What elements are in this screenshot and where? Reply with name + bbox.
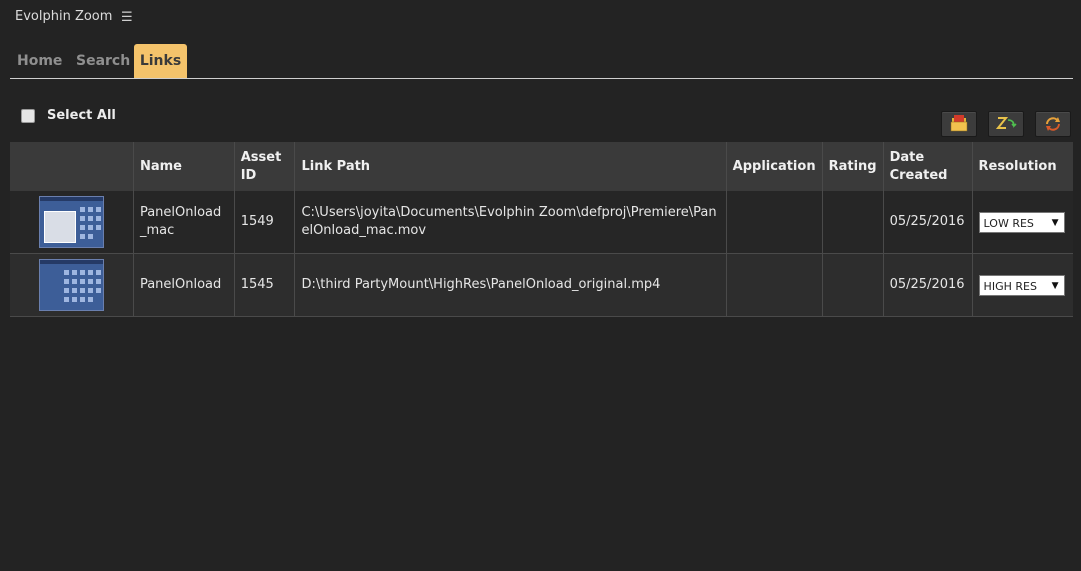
resolution-cell: LOW RES ▼ (972, 191, 1073, 254)
col-header-link-path[interactable]: Link Path (294, 142, 727, 191)
asset-id: 1545 (234, 253, 296, 317)
refresh-icon (1046, 117, 1060, 131)
rating (822, 191, 884, 254)
resolution-select[interactable]: LOW RES ▼ (978, 211, 1065, 233)
link-path: C:\Users\joyita\Documents\Evolphin Zoom\… (294, 191, 727, 254)
app-title: Evolphin Zoom (15, 9, 113, 24)
col-header-rating[interactable]: Rating (822, 142, 884, 191)
date-created: 05/25/2016 (883, 191, 973, 254)
open-folder-button[interactable] (941, 111, 977, 137)
application (726, 253, 823, 317)
resolution-value: HIGH RES (983, 279, 1037, 293)
table-row[interactable]: PanelOnload_mac 1549 C:\Users\joyita\Doc… (10, 191, 1073, 254)
thumbnail-cell (10, 191, 134, 254)
thumbnail-cell (10, 253, 134, 317)
refresh-button[interactable] (1035, 111, 1071, 137)
asset-id: 1549 (234, 191, 296, 254)
chevron-down-icon: ▼ (1051, 280, 1059, 291)
select-all-checkbox[interactable] (21, 108, 35, 123)
resolution-cell: HIGH RES ▼ (972, 253, 1073, 317)
date-created: 05/25/2016 (883, 253, 973, 317)
col-header-resolution[interactable]: Resolution (972, 142, 1073, 191)
col-header-application[interactable]: Application (726, 142, 823, 191)
col-header-date-created[interactable]: Date Created (883, 142, 973, 191)
application (726, 191, 823, 254)
asset-thumbnail[interactable] (38, 196, 104, 248)
col-header-name[interactable]: Name (133, 142, 235, 191)
rating (822, 253, 884, 317)
tab-search[interactable]: Search (76, 44, 130, 78)
col-header-asset-id[interactable]: Asset ID (234, 142, 296, 191)
asset-name: PanelOnload (133, 253, 235, 317)
hamburger-icon[interactable]: ☰ (121, 10, 133, 25)
select-all-label: Select All (47, 108, 116, 123)
table-header-row: Name Asset ID Link Path Application Rati… (10, 142, 1073, 191)
zoom-sync-button[interactable] (988, 111, 1024, 137)
zoom-sync-icon (995, 117, 1017, 129)
table-row[interactable]: PanelOnload 1545 D:\third PartyMount\Hig… (10, 253, 1073, 317)
links-table: Name Asset ID Link Path Application Rati… (10, 142, 1073, 317)
tab-links[interactable]: Links (134, 44, 187, 78)
asset-thumbnail[interactable] (38, 259, 104, 311)
resolution-select[interactable]: HIGH RES ▼ (978, 274, 1065, 296)
open-folder-icon (950, 115, 968, 132)
chevron-down-icon: ▼ (1051, 217, 1059, 228)
asset-name: PanelOnload_mac (133, 191, 235, 254)
tab-bar: Home Search Links (10, 44, 1073, 79)
link-path: D:\third PartyMount\HighRes\PanelOnload_… (294, 253, 727, 317)
select-all-control: Select All (21, 108, 116, 123)
tab-home[interactable]: Home (17, 44, 62, 78)
col-header-thumbnail (10, 142, 134, 191)
resolution-value: LOW RES (983, 216, 1034, 230)
